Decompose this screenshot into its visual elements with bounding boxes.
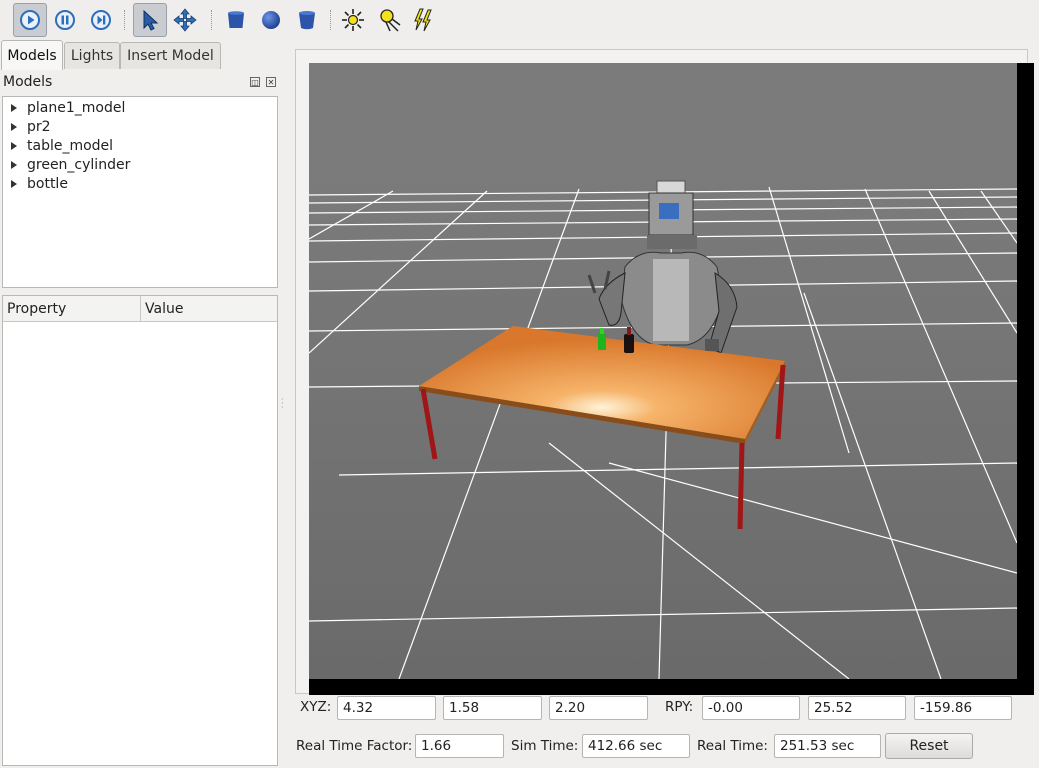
pause-icon (55, 10, 75, 30)
tab-lights[interactable]: Lights (64, 42, 120, 69)
directional-light-button[interactable] (407, 3, 441, 37)
rpy-label: RPY: (665, 699, 694, 715)
spot-light-icon (380, 9, 401, 32)
3d-viewport[interactable] (309, 63, 1034, 695)
property-table: Property Value (2, 295, 278, 766)
box-shape-icon (228, 11, 244, 28)
tab-models[interactable]: Models (1, 40, 63, 70)
tree-item-plane1-model[interactable]: plane1_model (11, 98, 125, 117)
property-column-header[interactable]: Property (3, 296, 141, 321)
tree-item-pr2[interactable]: pr2 (11, 117, 51, 136)
tree-item-label: plane1_model (27, 99, 126, 116)
sim-time-label: Sim Time: (511, 738, 579, 754)
tree-item-label: pr2 (27, 118, 51, 135)
select-mode-button[interactable] (133, 3, 167, 37)
xyz-label: XYZ: (300, 699, 332, 715)
real-time-factor-field[interactable]: 1.66 (415, 734, 504, 758)
real-time-label: Real Time: (697, 738, 768, 754)
pitch-field[interactable]: 25.52 (808, 696, 906, 720)
expand-arrow-icon[interactable] (11, 122, 17, 131)
reset-button[interactable]: Reset (885, 733, 973, 759)
tree-item-label: green_cylinder (27, 156, 131, 173)
y-field[interactable]: 1.58 (443, 696, 542, 720)
roll-field[interactable]: -0.00 (702, 696, 800, 720)
translate-icon (173, 8, 197, 32)
directional-light-icon (414, 8, 432, 32)
step-icon (91, 10, 111, 30)
property-table-header: Property Value (3, 296, 277, 322)
tree-item-label: bottle (27, 175, 68, 192)
panel-splitter-handle[interactable]: · · · (281, 396, 284, 412)
step-button[interactable] (84, 3, 118, 37)
float-panel-icon[interactable]: ◫ (250, 77, 260, 87)
point-light-button[interactable] (336, 3, 370, 37)
tree-item-green-cylinder[interactable]: green_cylinder (11, 155, 130, 174)
tab-insert-model[interactable]: Insert Model (120, 42, 221, 69)
tree-item-bottle[interactable]: bottle (11, 174, 68, 193)
sphere-shape-icon (262, 11, 280, 29)
expand-arrow-icon[interactable] (11, 141, 17, 150)
real-time-factor-label: Real Time Factor: (296, 738, 413, 754)
close-panel-icon[interactable]: ✕ (266, 77, 276, 87)
sim-time-field[interactable]: 412.66 sec (582, 734, 690, 758)
expand-arrow-icon[interactable] (11, 160, 17, 169)
yaw-field[interactable]: -159.86 (914, 696, 1012, 720)
point-light-icon (342, 9, 364, 31)
cylinder-shape-button[interactable] (290, 3, 324, 37)
expand-arrow-icon[interactable] (11, 103, 17, 112)
models-tree: plane1_model pr2 table_model green_cylin… (2, 96, 278, 288)
x-field[interactable]: 4.32 (337, 696, 436, 720)
models-panel-title: Models (3, 74, 53, 90)
translate-mode-button[interactable] (168, 3, 202, 37)
toolbar (0, 0, 1039, 40)
cylinder-shape-icon (299, 11, 315, 30)
real-time-field[interactable]: 251.53 sec (774, 734, 881, 758)
tree-item-label: table_model (27, 137, 114, 154)
play-icon (20, 10, 40, 30)
box-shape-button[interactable] (219, 3, 253, 37)
expand-arrow-icon[interactable] (11, 179, 17, 188)
play-button[interactable] (13, 3, 47, 37)
z-field[interactable]: 2.20 (549, 696, 648, 720)
spot-light-button[interactable] (372, 3, 406, 37)
sphere-shape-button[interactable] (254, 3, 288, 37)
pause-button[interactable] (48, 3, 82, 37)
value-column-header[interactable]: Value (141, 296, 277, 321)
scene-render (309, 63, 1034, 695)
tree-item-table-model[interactable]: table_model (11, 136, 113, 155)
select-arrow-icon (143, 9, 159, 31)
